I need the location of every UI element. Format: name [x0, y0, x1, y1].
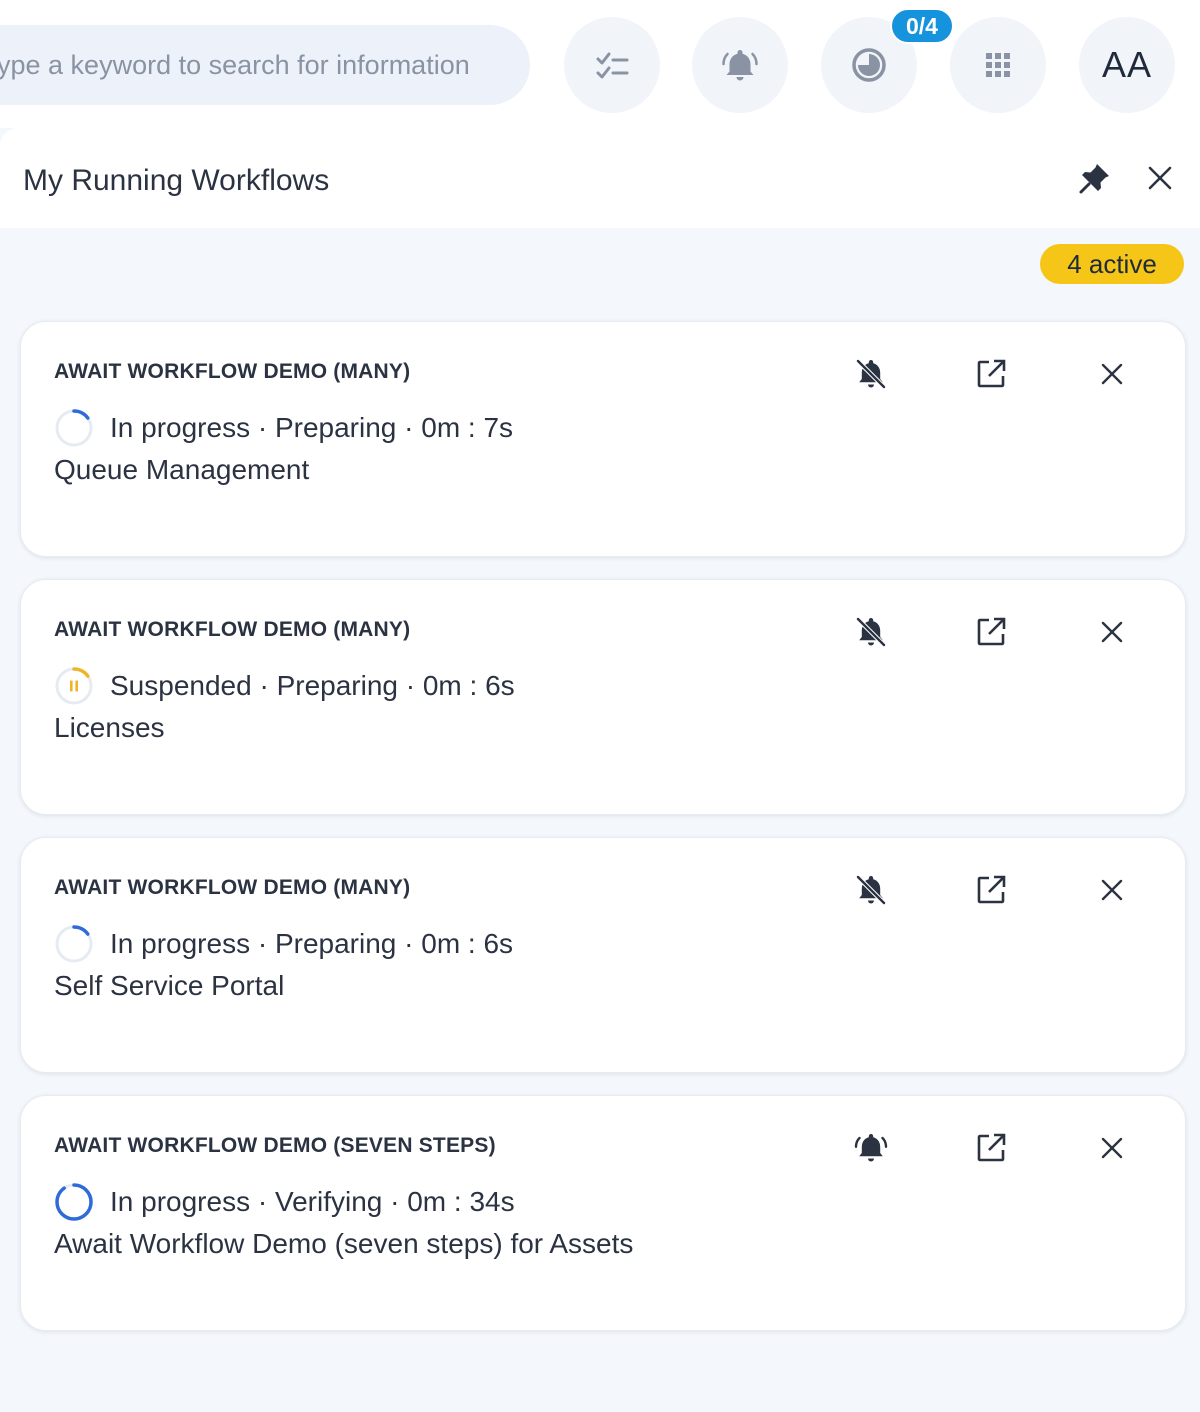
search-input[interactable] — [0, 25, 530, 105]
user-avatar-button[interactable]: AA — [1079, 17, 1175, 113]
workflow-card: AWAIT WORKFLOW DEMO (MANY) Suspended · P… — [20, 579, 1186, 815]
workflow-subtitle: Self Service Portal — [54, 970, 285, 1001]
apps-button[interactable] — [950, 17, 1046, 113]
workflow-status-text: In progress · Verifying · 0m : 34s — [110, 1186, 515, 1217]
in-progress-spinner-icon — [55, 1183, 93, 1221]
dismiss-workflow-button[interactable] — [1090, 610, 1134, 654]
bell-muted-icon — [856, 359, 886, 389]
open-workflow-button[interactable] — [969, 868, 1013, 912]
workflow-status: In progress · Preparing · 0m : 6s — [54, 924, 513, 964]
workflow-status: In progress · Verifying · 0m : 34s — [54, 1182, 515, 1222]
open-workflow-button[interactable] — [969, 610, 1013, 654]
workflow-card: AWAIT WORKFLOW DEMO (MANY) In progress ·… — [20, 837, 1186, 1073]
workflow-subtitle: Licenses — [54, 712, 165, 743]
active-count-badge: 4 active — [1040, 244, 1184, 284]
tasks-button[interactable] — [564, 17, 660, 113]
dismiss-workflow-button[interactable] — [1090, 1126, 1134, 1170]
mute-notifications-button[interactable] — [849, 352, 893, 396]
workflow-title: AWAIT WORKFLOW DEMO (MANY) — [54, 876, 411, 899]
notification-bell-icon — [722, 50, 758, 81]
workflow-status-text: In progress · Preparing · 0m : 6s — [110, 928, 514, 959]
close-icon — [1101, 621, 1123, 643]
in-progress-spinner-icon — [55, 925, 93, 963]
tasks-icon — [596, 52, 629, 79]
workflow-status-text: In progress · Preparing · 0m : 7s — [110, 412, 514, 443]
avatar-initials: AA — [1101, 44, 1153, 85]
close-icon — [1148, 166, 1172, 190]
search-box[interactable] — [0, 25, 530, 105]
open-workflow-button[interactable] — [969, 352, 1013, 396]
timer-icon — [852, 48, 886, 82]
open-external-icon — [977, 875, 1006, 904]
in-progress-spinner-icon — [55, 409, 93, 447]
bell-ringing-icon — [854, 1134, 888, 1162]
workflow-title: AWAIT WORKFLOW DEMO (MANY) — [54, 618, 411, 641]
close-icon — [1101, 879, 1123, 901]
open-external-icon — [977, 1133, 1006, 1162]
apps-grid-icon — [986, 53, 1010, 77]
mute-notifications-button[interactable] — [849, 868, 893, 912]
notifications-button[interactable] — [692, 17, 788, 113]
dismiss-workflow-button[interactable] — [1090, 868, 1134, 912]
notifications-on-button[interactable] — [849, 1126, 893, 1170]
task-count-badge: 0/4 — [890, 8, 954, 44]
open-external-icon — [977, 359, 1006, 388]
close-icon — [1101, 1137, 1123, 1159]
panel-title: My Running Workflows — [23, 164, 330, 197]
workflow-card: AWAIT WORKFLOW DEMO (MANY) In progress ·… — [20, 321, 1186, 557]
running-workflows-panel-header: My Running Workflows — [0, 128, 1200, 228]
workflow-subtitle: Await Workflow Demo (seven steps) for As… — [54, 1228, 634, 1259]
bell-muted-icon — [856, 875, 886, 905]
workflow-status: In progress · Preparing · 0m : 7s — [54, 408, 513, 448]
top-bar: 0/4 AA — [0, 0, 1200, 128]
close-panel-button[interactable] — [1140, 158, 1180, 198]
mute-notifications-button[interactable] — [849, 610, 893, 654]
workflow-card: AWAIT WORKFLOW DEMO (SEVEN STEPS) In pro… — [20, 1095, 1186, 1331]
dismiss-workflow-button[interactable] — [1090, 352, 1134, 396]
pin-panel-button[interactable] — [1075, 158, 1115, 198]
workflow-subtitle: Queue Management — [54, 454, 310, 485]
open-external-icon — [977, 617, 1006, 646]
workflow-status-text: Suspended · Preparing · 0m : 6s — [110, 670, 515, 701]
workflow-title: AWAIT WORKFLOW DEMO (MANY) — [54, 360, 411, 383]
workflow-title: AWAIT WORKFLOW DEMO (SEVEN STEPS) — [54, 1134, 496, 1157]
workflow-status: Suspended · Preparing · 0m : 6s — [54, 666, 515, 706]
close-icon — [1101, 363, 1123, 385]
pin-icon — [1079, 164, 1109, 194]
bell-muted-icon — [856, 617, 886, 647]
open-workflow-button[interactable] — [969, 1126, 1013, 1170]
suspended-pause-icon — [55, 667, 93, 705]
